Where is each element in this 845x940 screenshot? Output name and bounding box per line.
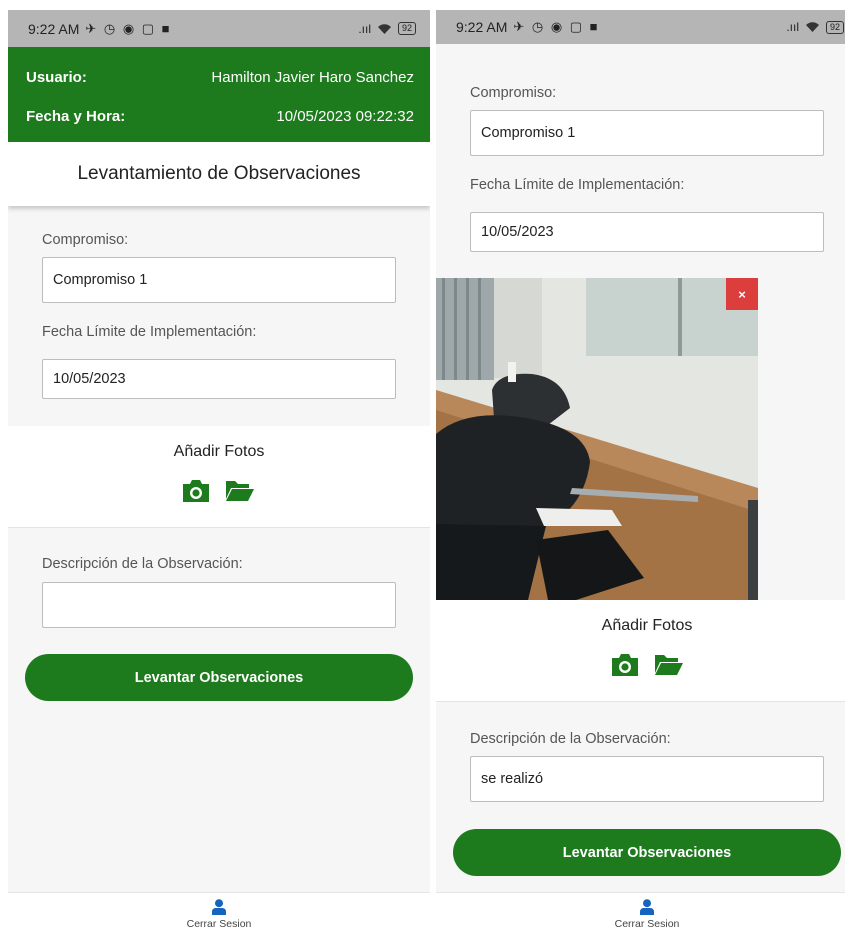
fecha-limite-field[interactable]: 10/05/2023 — [42, 359, 396, 399]
status-bar: 9:22 AM ✈ ◷ ◉ ▢ ■ .ııl 92 — [8, 10, 430, 47]
phone-screen-with-photo: 9:22 AM ✈ ◷ ◉ ▢ ■ .ııl 92 Compromiso: Co… — [436, 10, 845, 940]
fecha-limite-label: Fecha Límite de Implementación: — [470, 177, 685, 193]
logout-nav-item[interactable]: Cerrar Sesion — [8, 899, 430, 930]
folder-open-icon[interactable] — [225, 478, 255, 502]
user-name: Hamilton Javier Haro Sanchez — [211, 69, 414, 86]
compromiso-label: Compromiso: — [42, 232, 129, 248]
datetime-value: 10/05/2023 09:22:32 — [276, 108, 414, 125]
add-photos-label: Añadir Fotos — [601, 617, 693, 634]
descripcion-field[interactable] — [42, 582, 396, 628]
add-photos-section: Añadir Fotos — [8, 426, 430, 528]
logout-label: Cerrar Sesion — [186, 918, 252, 930]
camera-icon[interactable] — [610, 652, 640, 678]
add-photos-section: Añadir Fotos — [436, 600, 845, 702]
status-time: 9:22 AM — [456, 19, 508, 35]
add-photos-label: Añadir Fotos — [173, 443, 265, 460]
datetime-label: Fecha y Hora: — [26, 108, 126, 125]
attached-photo: × — [436, 278, 758, 600]
bottom-nav: Cerrar Sesion — [8, 892, 430, 940]
session-header: Usuario: Hamilton Javier Haro Sanchez Fe… — [8, 47, 430, 142]
levantar-observaciones-button[interactable]: Levantar Observaciones — [25, 654, 413, 701]
remove-photo-button[interactable]: × — [726, 278, 758, 310]
user-label: Usuario: — [26, 69, 87, 86]
photo-image — [436, 278, 758, 600]
descripcion-field[interactable]: se realizó — [470, 756, 824, 802]
wifi-icon — [805, 22, 819, 32]
signal-icon: .ııl — [786, 20, 799, 34]
logout-label: Cerrar Sesion — [614, 918, 680, 930]
user-icon — [212, 899, 226, 915]
compromiso-field[interactable]: Compromiso 1 — [470, 110, 824, 156]
fecha-limite-label: Fecha Límite de Implementación: — [42, 324, 257, 340]
status-bar: 9:22 AM ✈ ◷ ◉ ▢ ■ .ııl 92 — [436, 10, 845, 44]
user-icon — [640, 899, 654, 915]
descripcion-label: Descripción de la Observación: — [42, 556, 243, 572]
status-time: 9:22 AM — [28, 20, 80, 37]
signal-icon: .ııl — [358, 21, 371, 36]
compromiso-field[interactable]: Compromiso 1 — [42, 257, 396, 303]
bottom-nav: Cerrar Sesion — [436, 892, 845, 940]
phone-screen-initial: 9:22 AM ✈ ◷ ◉ ▢ ■ .ııl 92 Usuario: Hamil… — [8, 10, 430, 940]
logout-nav-item[interactable]: Cerrar Sesion — [436, 899, 845, 930]
descripcion-label: Descripción de la Observación: — [470, 731, 671, 747]
folder-open-icon[interactable] — [654, 652, 684, 676]
notification-icons: ✈ ◷ ◉ ▢ ■ — [85, 20, 172, 36]
compromiso-label: Compromiso: — [470, 85, 557, 101]
camera-icon[interactable] — [181, 478, 211, 504]
fecha-limite-field[interactable]: 10/05/2023 — [470, 212, 824, 252]
battery-icon: 92 — [825, 20, 844, 34]
wifi-icon — [377, 23, 391, 34]
levantar-observaciones-button[interactable]: Levantar Observaciones — [453, 829, 841, 876]
battery-icon: 92 — [397, 22, 416, 35]
page-title: Levantamiento de Observaciones — [8, 142, 430, 206]
notification-icons: ✈ ◷ ◉ ▢ ■ — [513, 19, 600, 34]
